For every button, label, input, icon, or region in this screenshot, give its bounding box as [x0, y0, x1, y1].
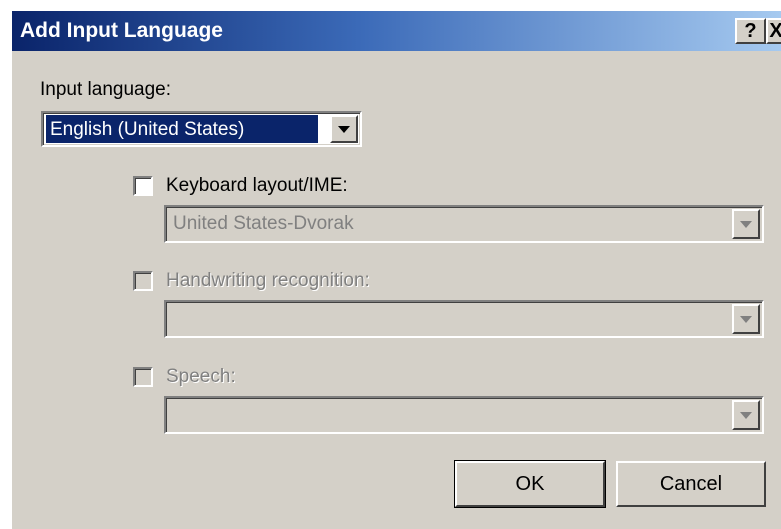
- handwriting-select: [164, 300, 764, 338]
- speech-select: [164, 396, 764, 434]
- speech-dropdown-button: [732, 400, 760, 430]
- handwriting-value: [169, 304, 720, 334]
- speech-label: Speech:: [166, 366, 236, 387]
- input-language-dropdown-button[interactable]: [330, 115, 358, 143]
- keyboard-layout-select[interactable]: United States-Dvorak: [164, 205, 764, 243]
- keyboard-layout-dropdown-button[interactable]: [732, 209, 760, 239]
- help-icon: ?: [744, 20, 757, 42]
- handwriting-label: Handwriting recognition:: [166, 270, 370, 291]
- handwriting-checkbox: [133, 271, 153, 291]
- chevron-down-icon: [740, 316, 752, 323]
- keyboard-layout-value: United States-Dvorak: [173, 213, 354, 234]
- keyboard-layout-checkbox[interactable]: [133, 176, 153, 196]
- window-title: Add Input Language: [20, 19, 223, 42]
- close-button[interactable]: X: [766, 18, 781, 44]
- keyboard-layout-label[interactable]: Keyboard layout/IME:: [166, 175, 348, 197]
- help-button[interactable]: ?: [735, 18, 766, 44]
- chevron-down-icon: [338, 126, 350, 133]
- handwriting-dropdown-button: [732, 304, 760, 334]
- cancel-button-label: Cancel: [659, 473, 723, 495]
- chevron-down-icon: [740, 221, 752, 228]
- close-icon: X: [769, 20, 781, 42]
- input-language-select[interactable]: English (United States): [41, 111, 362, 147]
- speech-checkbox: [133, 367, 153, 387]
- ok-button[interactable]: OK: [454, 460, 606, 508]
- speech-value: [169, 400, 720, 430]
- chevron-down-icon: [740, 412, 752, 419]
- input-language-label: Input language:: [40, 79, 172, 100]
- ok-button-label: OK: [515, 473, 545, 495]
- cancel-button[interactable]: Cancel: [616, 461, 766, 507]
- title-bar[interactable]: Add Input Language ? X: [12, 11, 781, 51]
- add-input-language-dialog: Add Input Language ? X Input language: E…: [11, 10, 781, 529]
- input-language-value: English (United States): [46, 115, 318, 143]
